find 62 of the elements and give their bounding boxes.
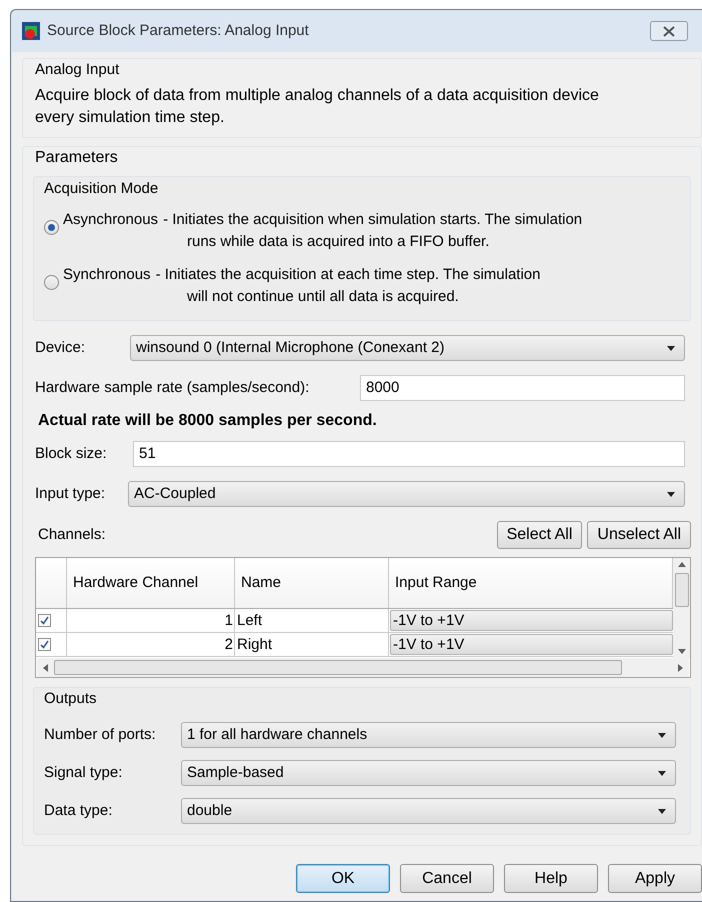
- dropdown[interactable]: Sample-based: [181, 760, 676, 786]
- caret-icon: [667, 346, 675, 350]
- check-icon: [40, 616, 49, 625]
- field-label: Number of ports:: [44, 724, 157, 745]
- caret-icon: [667, 492, 675, 496]
- group-title: Acquisition Mode: [44, 179, 160, 199]
- dropdown[interactable]: double: [181, 798, 676, 824]
- option-description: will not continue until all data is acquired.: [186, 287, 460, 307]
- dialog-button[interactable]: Apply: [608, 864, 702, 893]
- radio-button[interactable]: [44, 275, 59, 290]
- scroll-down-icon[interactable]: [678, 649, 686, 654]
- input-field[interactable]: 8000: [360, 375, 685, 401]
- app-icon: [21, 21, 41, 41]
- field-label: Block size:: [35, 444, 108, 464]
- scroll-left-icon[interactable]: [43, 664, 48, 672]
- check-icon: [40, 640, 49, 649]
- group-title: Analog Input: [35, 60, 120, 80]
- scroll-right-icon[interactable]: [678, 664, 683, 672]
- dropdown[interactable]: AC-Coupled: [128, 481, 685, 507]
- column-header: Name: [235, 558, 389, 608]
- dialog-button[interactable]: Help: [504, 864, 598, 893]
- input-field[interactable]: 51: [133, 441, 685, 467]
- field-label: Signal type:: [44, 762, 124, 783]
- checkbox[interactable]: [38, 614, 51, 627]
- radio-label: Asynchronous: [63, 210, 158, 230]
- table-cell: 1: [67, 609, 235, 632]
- field-label: Device:: [35, 338, 86, 358]
- field-label: Channels:: [38, 524, 106, 545]
- caret-icon: [658, 732, 666, 738]
- field-label: Input type:: [35, 484, 106, 504]
- dropdown[interactable]: -1V to +1V: [390, 634, 673, 655]
- caret-icon: [658, 770, 666, 776]
- scroll-up-icon[interactable]: [678, 562, 686, 567]
- close-button[interactable]: [650, 21, 688, 41]
- table-cell: Left: [235, 609, 389, 632]
- dialog-button[interactable]: OK: [296, 864, 390, 893]
- radio-button[interactable]: [44, 220, 59, 235]
- vertical-scrollbar[interactable]: [673, 558, 690, 658]
- group-title: Outputs: [44, 689, 98, 709]
- select-button[interactable]: Select All: [496, 521, 582, 549]
- dropdown[interactable]: winsound 0 (Internal Microphone (Conexant 2): [130, 335, 685, 361]
- caret-icon: [658, 808, 666, 814]
- field-label: Data type:: [44, 800, 114, 821]
- table-cell: Right: [235, 633, 389, 656]
- option-description: - Initiates the acquisition when simulation starts. The simulation: [163, 210, 582, 230]
- dialog-button[interactable]: Cancel: [400, 864, 494, 893]
- column-header: Hardware Channel: [67, 558, 235, 608]
- group-title: Parameters: [35, 148, 119, 168]
- option-description: runs while data is acquired into a FIFO buffer.: [186, 232, 490, 252]
- dropdown[interactable]: 1 for all hardware channels: [181, 722, 676, 748]
- window-title: Source Block Parameters: Analog Input: [47, 20, 309, 41]
- checkbox[interactable]: [38, 638, 51, 651]
- field-label: Hardware sample rate (samples/second):: [35, 378, 310, 398]
- option-description: - Initiates the acquisition at each time step. The simulation: [156, 265, 540, 285]
- description-text: Acquire block of data from multiple analog channels of a data acquisition device every simulation time step.: [35, 86, 600, 128]
- dropdown[interactable]: -1V to +1V: [390, 610, 673, 631]
- close-icon: [663, 26, 675, 36]
- select-button[interactable]: Unselect All: [587, 521, 691, 549]
- table-cell: 2: [67, 633, 235, 656]
- radio-label: Synchronous: [63, 265, 151, 285]
- horizontal-scrollbar[interactable]: [37, 658, 689, 677]
- rate-note: Actual rate will be 8000 samples per second.: [38, 411, 378, 431]
